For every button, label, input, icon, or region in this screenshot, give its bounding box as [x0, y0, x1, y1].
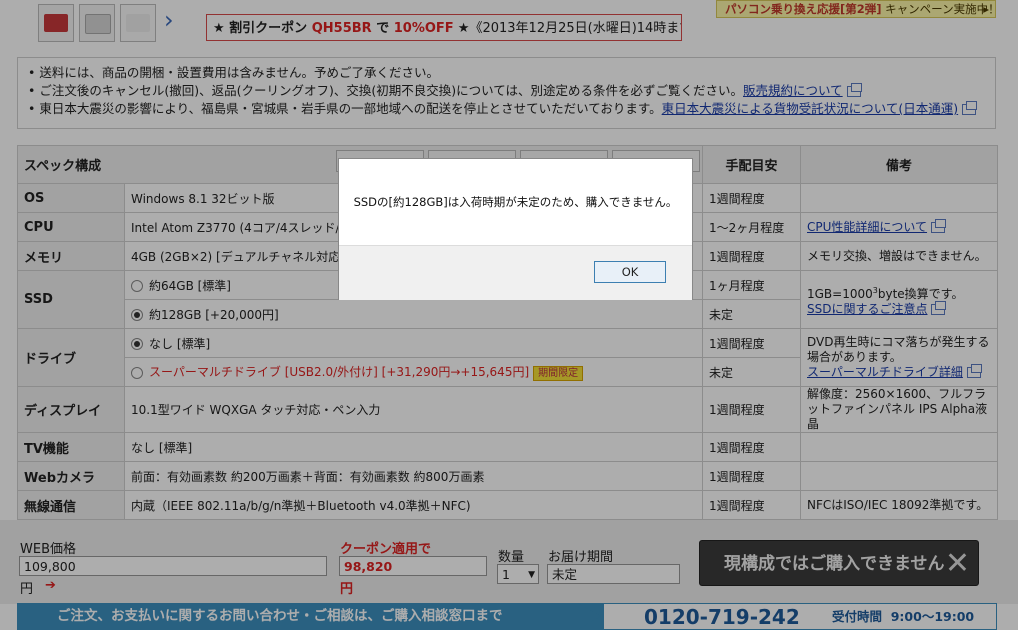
- alert-dialog: SSDの[約128GB]は入荷時期が未定のため、購入できません。 OK: [338, 158, 693, 300]
- dialog-message: SSDの[約128GB]は入荷時期が未定のため、購入できません。: [353, 195, 678, 209]
- ok-button[interactable]: OK: [594, 261, 666, 283]
- dialog-footer: OK: [339, 245, 692, 300]
- modal-overlay: [0, 0, 1018, 630]
